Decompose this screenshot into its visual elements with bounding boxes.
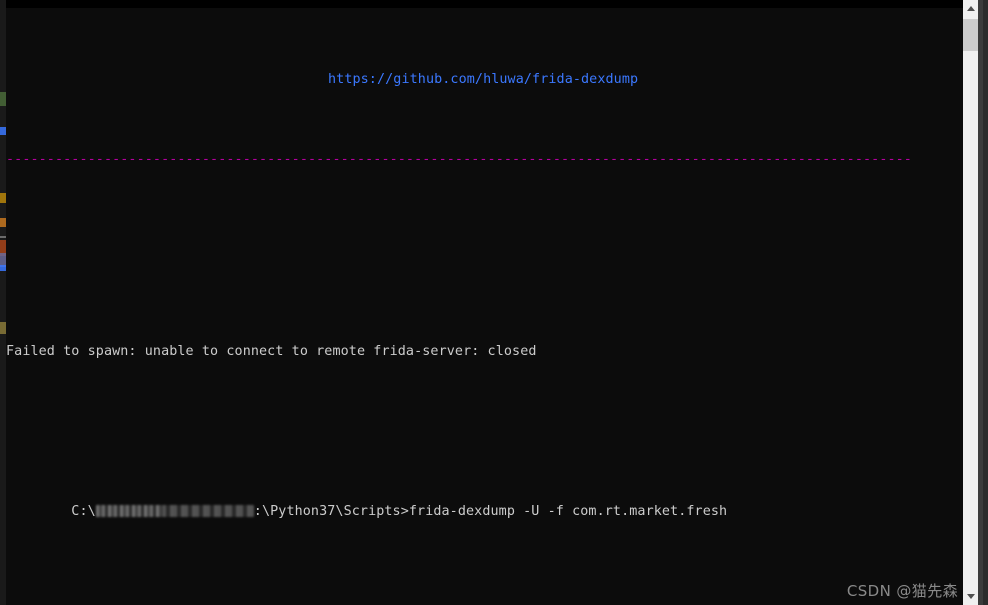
window-top-edge	[6, 0, 963, 8]
taskbar-chip-blue	[0, 127, 6, 135]
scrollbar-thumb[interactable]	[963, 19, 978, 51]
command-prompt-line[interactable]: C:\ :\Python37\Scripts>frida-dexdump -U -…	[6, 488, 963, 519]
terminal-surface[interactable]: https://github.com/hluwa/frida-dexdump -…	[6, 0, 963, 605]
scroll-down-button[interactable]	[963, 588, 978, 605]
prompt-tail: :\Python37\Scripts>	[253, 504, 409, 519]
console-window: https://github.com/hluwa/frida-dexdump -…	[0, 0, 988, 605]
chevron-down-icon	[966, 594, 975, 599]
taskbar-chip-orange	[0, 218, 6, 227]
separator-magenta-top: ----------------------------------------…	[6, 152, 912, 167]
scroll-up-button[interactable]	[963, 0, 978, 17]
window-right-edge-inner	[983, 0, 988, 605]
redacted-path-segment-1	[95, 505, 162, 517]
taskbar-chip-yellow	[0, 322, 6, 334]
spawn-error-line: Failed to spawn: unable to connect to re…	[6, 344, 537, 359]
taskbar-chip-blue2	[0, 265, 6, 271]
window-right-edge	[978, 0, 988, 605]
taskbar-chip-grey	[0, 236, 6, 238]
taskbar-chip-amber	[0, 193, 6, 203]
redacted-path-segment-2	[161, 505, 254, 517]
chevron-up-icon	[966, 6, 975, 11]
desktop-left-strip	[0, 0, 6, 605]
terminal-text-area[interactable]: https://github.com/hluwa/frida-dexdump -…	[6, 8, 963, 605]
prompt-drive: C:\	[71, 504, 96, 519]
vertical-scrollbar[interactable]	[963, 0, 978, 605]
github-url-top[interactable]: https://github.com/hluwa/frida-dexdump	[6, 72, 963, 88]
taskbar-chip-green	[0, 92, 6, 106]
command-text: frida-dexdump -U -f com.rt.market.fresh	[408, 504, 728, 519]
